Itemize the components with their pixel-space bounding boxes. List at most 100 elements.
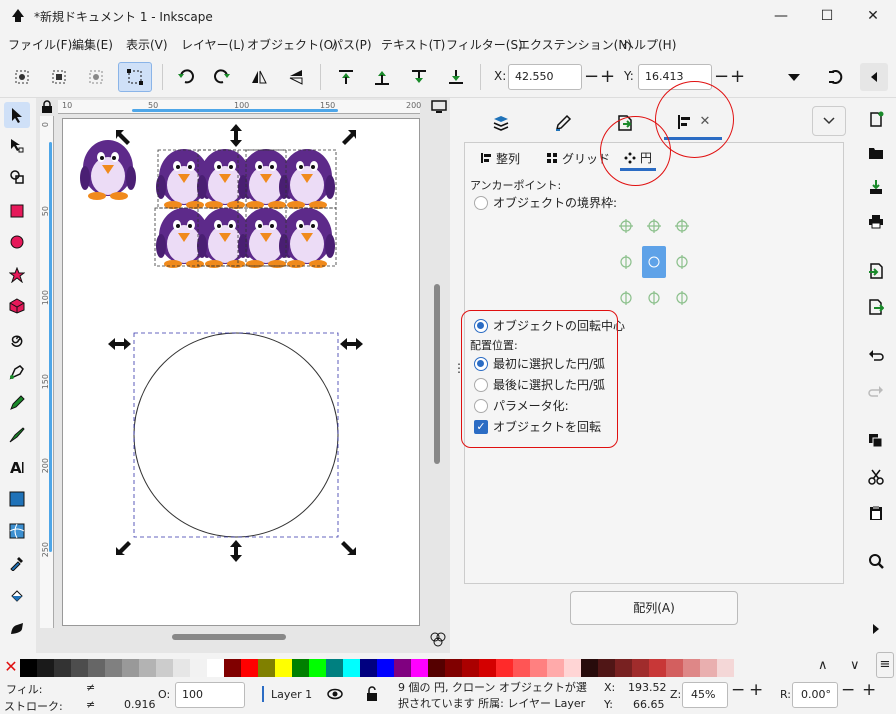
palette-swatch[interactable] xyxy=(88,659,105,677)
stroke-width[interactable]: 0.916 xyxy=(124,698,156,711)
palette-swatch[interactable] xyxy=(462,659,479,677)
palette-swatch[interactable] xyxy=(445,659,462,677)
fill-value[interactable]: ≠ xyxy=(86,681,95,694)
palette-swatch[interactable] xyxy=(581,659,598,677)
palette-swatch[interactable] xyxy=(156,659,173,677)
palette-swatch[interactable] xyxy=(411,659,428,677)
grid-icon xyxy=(547,153,557,163)
option-bbox[interactable]: オブジェクトの境界枠: xyxy=(474,194,617,211)
undo-icon[interactable] xyxy=(862,343,890,369)
palette-swatch[interactable] xyxy=(105,659,122,677)
layer-visibility-icon[interactable] xyxy=(327,687,343,701)
palette-swatch[interactable] xyxy=(598,659,615,677)
new-document-icon[interactable] xyxy=(862,106,890,132)
zoom-label: Z: xyxy=(670,688,682,701)
palette-swatch[interactable] xyxy=(547,659,564,677)
palette-swatch[interactable] xyxy=(717,659,734,677)
dock-menu-icon[interactable] xyxy=(812,106,846,136)
penguin-clones[interactable] xyxy=(156,149,335,268)
palette-swatch[interactable] xyxy=(326,659,343,677)
vertical-scrollbar[interactable] xyxy=(434,284,440,464)
palette-swatch[interactable] xyxy=(190,659,207,677)
color-manage-icon[interactable] xyxy=(428,630,448,648)
opacity-input[interactable]: 100 xyxy=(175,682,245,708)
palette-scroll-down-icon[interactable]: ∨ xyxy=(850,658,860,673)
anchor-grid[interactable] xyxy=(614,216,694,308)
palette-swatch[interactable] xyxy=(258,659,275,677)
display-mode-icon[interactable] xyxy=(430,100,448,114)
zoom-input[interactable]: 45% xyxy=(682,682,728,708)
palette-swatch[interactable] xyxy=(394,659,411,677)
palette-swatch[interactable] xyxy=(224,659,241,677)
color-palette: ✕ ∧ ∨ ≡ xyxy=(0,652,896,678)
stroke-label: ストローク: xyxy=(4,700,63,713)
circle-object[interactable] xyxy=(133,332,339,538)
tab-align[interactable]: 整列 xyxy=(480,147,520,169)
palette-menu-icon[interactable]: ≡ xyxy=(876,652,894,678)
palette-swatch[interactable] xyxy=(700,659,717,677)
palette-swatch[interactable] xyxy=(207,659,224,677)
zoom-increment-button[interactable]: + xyxy=(749,680,763,700)
copy-icon[interactable] xyxy=(862,428,890,454)
palette-swatch[interactable] xyxy=(479,659,496,677)
rotate-label: R: xyxy=(780,688,792,701)
palette-swatch[interactable] xyxy=(615,659,632,677)
palette-swatch[interactable] xyxy=(275,659,292,677)
fill-stroke-tab-icon[interactable] xyxy=(538,106,588,140)
palette-swatch[interactable] xyxy=(54,659,71,677)
tab-align-label: 整列 xyxy=(496,151,521,166)
print-icon[interactable] xyxy=(862,208,890,234)
no-paint-icon[interactable]: ✕ xyxy=(2,658,20,676)
palette-swatch[interactable] xyxy=(377,659,394,677)
palette-swatch[interactable] xyxy=(241,659,258,677)
palette-swatch[interactable] xyxy=(139,659,156,677)
rotate-decrement-button[interactable]: − xyxy=(841,680,855,700)
more-commands-icon[interactable] xyxy=(862,616,890,642)
status-bar: フィル: ≠ ストローク: ≠ 0.916 O: 100 Layer 1 9 個… xyxy=(0,678,896,713)
palette-scroll-up-icon[interactable]: ∧ xyxy=(818,658,828,673)
palette-swatch[interactable] xyxy=(428,659,445,677)
palette-swatch[interactable] xyxy=(360,659,377,677)
redo-icon[interactable] xyxy=(862,379,890,405)
align-icon xyxy=(481,153,491,163)
zoom-decrement-button[interactable]: − xyxy=(731,680,745,700)
palette-swatches[interactable] xyxy=(20,659,734,677)
palette-swatch[interactable] xyxy=(37,659,54,677)
palette-swatch[interactable] xyxy=(513,659,530,677)
palette-swatch[interactable] xyxy=(564,659,581,677)
palette-swatch[interactable] xyxy=(122,659,139,677)
palette-swatch[interactable] xyxy=(292,659,309,677)
palette-swatch[interactable] xyxy=(20,659,37,677)
open-icon[interactable] xyxy=(862,140,890,166)
palette-swatch[interactable] xyxy=(71,659,88,677)
rotate-input[interactable]: 0.00° xyxy=(792,682,838,708)
palette-swatch[interactable] xyxy=(666,659,683,677)
palette-swatch[interactable] xyxy=(496,659,513,677)
save-icon[interactable] xyxy=(862,174,890,200)
palette-swatch[interactable] xyxy=(649,659,666,677)
fill-label: フィル: xyxy=(6,683,43,696)
import-icon[interactable] xyxy=(862,258,890,284)
layer-name[interactable]: Layer 1 xyxy=(271,688,312,701)
penguin-original[interactable] xyxy=(80,140,136,200)
palette-swatch[interactable] xyxy=(530,659,547,677)
palette-swatch[interactable] xyxy=(683,659,700,677)
palette-swatch[interactable] xyxy=(173,659,190,677)
palette-swatch[interactable] xyxy=(309,659,326,677)
cursor-y-value: 66.65 xyxy=(633,698,665,711)
export-icon[interactable] xyxy=(862,294,890,320)
zoom-icon[interactable] xyxy=(862,548,890,574)
highlight-box xyxy=(461,310,618,448)
horizontal-scrollbar[interactable] xyxy=(172,634,286,640)
cursor-x-label: X: xyxy=(604,681,616,694)
cut-icon[interactable] xyxy=(862,464,890,490)
paste-icon[interactable] xyxy=(862,500,890,526)
layers-tab-icon[interactable] xyxy=(476,106,526,140)
bbox-radio[interactable] xyxy=(474,195,488,210)
palette-swatch[interactable] xyxy=(632,659,649,677)
palette-swatch[interactable] xyxy=(343,659,360,677)
rotate-increment-button[interactable]: + xyxy=(862,680,876,700)
stroke-value[interactable]: ≠ xyxy=(86,698,95,711)
layer-lock-icon[interactable] xyxy=(364,686,380,702)
arrange-button[interactable]: 配列(A) xyxy=(570,591,738,625)
